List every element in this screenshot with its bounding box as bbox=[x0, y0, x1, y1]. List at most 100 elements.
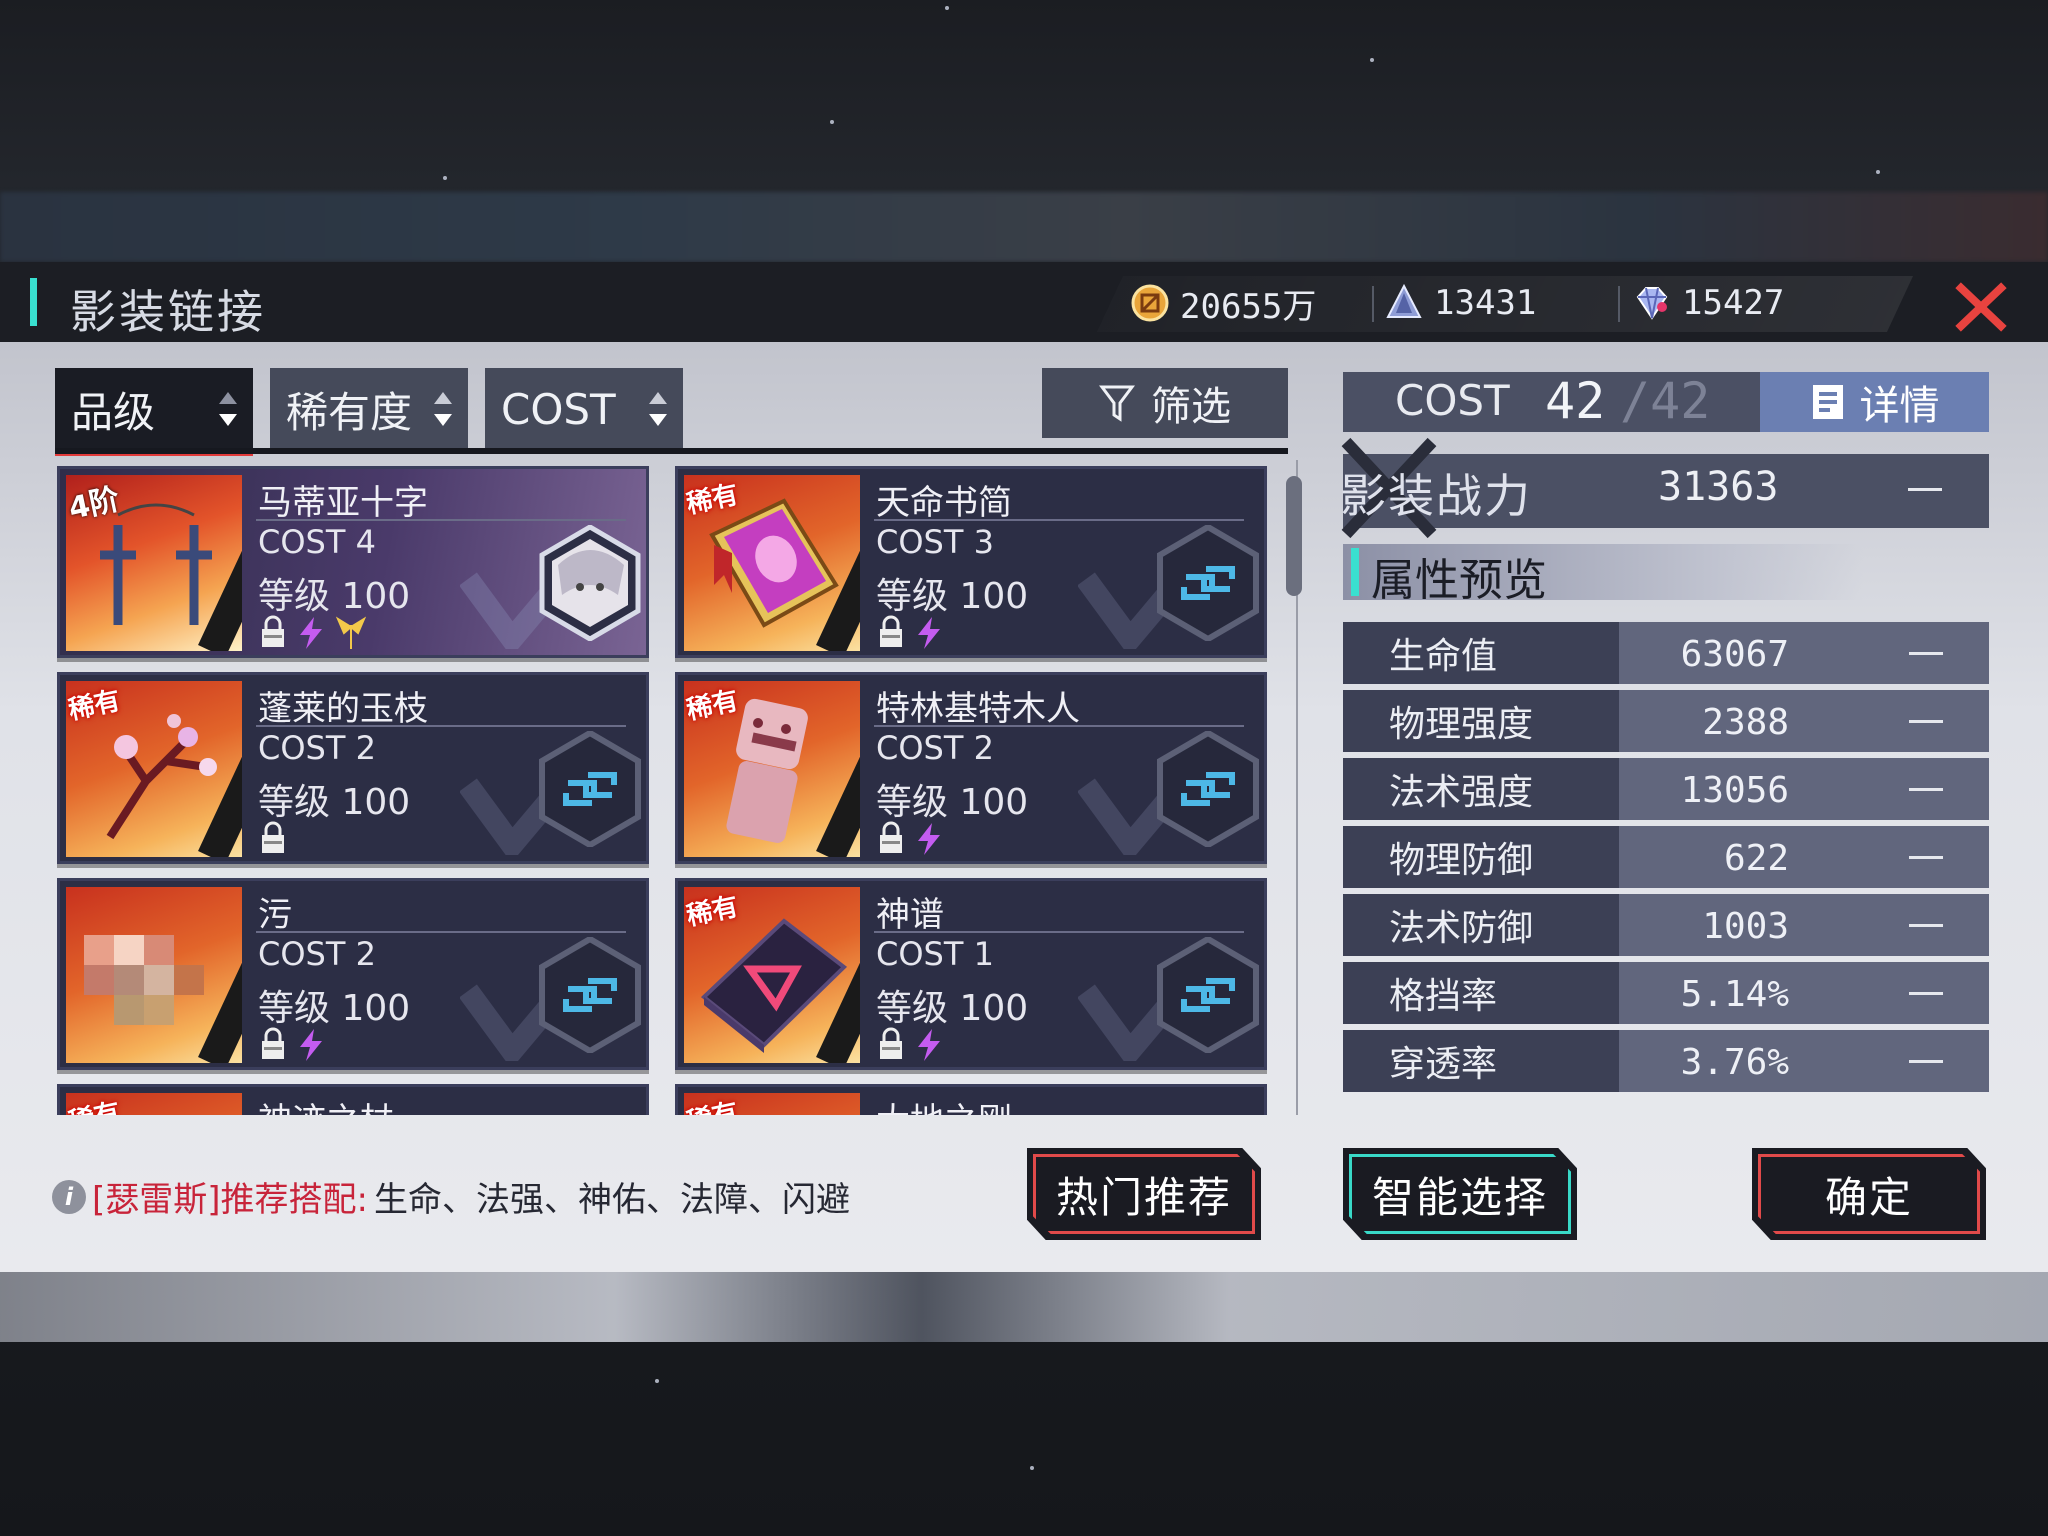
equipped-hero-avatar[interactable] bbox=[538, 524, 642, 642]
gear-cost: COST 4 bbox=[258, 523, 376, 561]
attribute-value: 3.76% bbox=[1680, 1042, 1789, 1083]
attribute-change-dash bbox=[1909, 1060, 1943, 1063]
equip-link-button[interactable] bbox=[538, 935, 642, 1055]
lock-icon bbox=[880, 821, 902, 853]
info-icon[interactable]: i bbox=[52, 1179, 86, 1214]
attribute-value: 63067 bbox=[1680, 634, 1789, 675]
attribute-change-dash bbox=[1909, 992, 1943, 995]
recommend-stats: 生命、法强、神佑、法障、闪避 bbox=[373, 1180, 850, 1220]
currency-crystal: 13431 bbox=[1384, 280, 1536, 326]
shadow-gear-list[interactable]: 4阶 马蒂亚十字 COST 4 等级 100 稀有 天命书简 COST 3 等级… bbox=[55, 460, 1288, 1115]
card-divider bbox=[256, 519, 626, 521]
attribute-name: 穿透率 bbox=[1343, 1030, 1619, 1092]
gear-card[interactable]: 稀有 神迹之杖 bbox=[57, 1084, 649, 1115]
sort-tab-cost[interactable]: COST bbox=[485, 368, 683, 450]
card-divider bbox=[256, 725, 626, 727]
button-border bbox=[1349, 1154, 1571, 1234]
power-value: 31363 bbox=[1658, 464, 1779, 510]
bg-star bbox=[443, 176, 447, 180]
equip-link-button[interactable] bbox=[538, 729, 642, 849]
attribute-row: 法术防御 1003 bbox=[1343, 894, 1989, 956]
gear-card[interactable]: 4阶 马蒂亚十字 COST 4 等级 100 bbox=[57, 466, 649, 658]
lightning-icon bbox=[918, 617, 940, 649]
hot-recommend-button[interactable]: 热门推荐 bbox=[1027, 1148, 1261, 1240]
card-divider bbox=[256, 931, 626, 933]
gear-card[interactable]: 稀有 蓬莱的玉枝 COST 2 等级 100 bbox=[57, 672, 649, 864]
attribute-preview-header: 属性预览 bbox=[1343, 544, 1863, 606]
cost-max: /42 bbox=[1620, 372, 1711, 430]
gear-card[interactable]: 稀有 特林基特木人 COST 2 等级 100 bbox=[675, 672, 1267, 864]
attribute-value: 1003 bbox=[1702, 906, 1789, 947]
gear-level: 等级 100 bbox=[876, 576, 1029, 617]
button-border bbox=[1758, 1154, 1980, 1234]
lock-icon bbox=[262, 615, 284, 647]
gear-name: 大地之刚 bbox=[876, 1093, 1012, 1115]
button-border bbox=[1033, 1154, 1255, 1234]
gear-card[interactable]: 污 COST 2 等级 100 bbox=[57, 878, 649, 1070]
gear-thumbnail: 稀有 bbox=[684, 887, 860, 1063]
blurred-background-bar bbox=[0, 192, 2048, 262]
recommend-hero: [瑟雷斯]推荐搭配: bbox=[92, 1180, 368, 1220]
gear-card[interactable]: 稀有 大地之刚 bbox=[675, 1084, 1267, 1115]
game-screen: 影装链接 20655万 13431 15427 品级 稀有度 COST 筛选 4… bbox=[0, 0, 2048, 1536]
sort-tab-rarity[interactable]: 稀有度 bbox=[270, 368, 468, 450]
link-icon bbox=[1157, 935, 1259, 1055]
gear-level: 等级 100 bbox=[876, 988, 1029, 1029]
attribute-name: 法术强度 bbox=[1343, 758, 1619, 820]
gear-card[interactable]: 稀有 神谱 COST 1 等级 100 bbox=[675, 878, 1267, 1070]
gear-level: 等级 100 bbox=[258, 782, 411, 823]
currency-separator bbox=[1618, 286, 1620, 322]
attribute-change-dash bbox=[1909, 924, 1943, 927]
smart-select-button[interactable]: 智能选择 bbox=[1343, 1148, 1577, 1240]
attribute-name: 物理强度 bbox=[1343, 690, 1619, 752]
equip-link-button[interactable] bbox=[1156, 935, 1260, 1055]
bg-star bbox=[1876, 170, 1880, 174]
sort-tab-label: 品级 bbox=[71, 387, 156, 437]
link-icon bbox=[1157, 523, 1259, 643]
lightning-icon bbox=[918, 1029, 940, 1061]
diamond-icon bbox=[1632, 283, 1672, 323]
recommendation-line: i [瑟雷斯]推荐搭配: 生命、法强、神佑、法障、闪避 bbox=[52, 1172, 850, 1221]
lock-icon bbox=[262, 1027, 284, 1059]
attribute-row: 穿透率 3.76% bbox=[1343, 1030, 1989, 1092]
attribute-row: 物理强度 2388 bbox=[1343, 690, 1989, 752]
gear-name: 天命书简 bbox=[876, 483, 1012, 523]
attribute-preview-title: 属性预览 bbox=[1371, 555, 1547, 606]
list-top-divider bbox=[55, 448, 1288, 454]
close-button[interactable] bbox=[1955, 282, 2007, 332]
link-icon bbox=[539, 935, 641, 1055]
gear-card[interactable]: 稀有 天命书简 COST 3 等级 100 bbox=[675, 466, 1267, 658]
filter-label: 筛选 bbox=[1151, 384, 1231, 430]
detail-button[interactable]: 详情 bbox=[1760, 372, 1989, 432]
filter-button[interactable]: 筛选 bbox=[1042, 368, 1288, 438]
gear-level: 等级 100 bbox=[258, 576, 411, 617]
currency-diamond: 15427 bbox=[1632, 280, 1784, 326]
list-scrollbar[interactable] bbox=[1286, 476, 1302, 596]
attribute-accent bbox=[1351, 548, 1359, 596]
currency-gold: 20655万 bbox=[1130, 280, 1316, 327]
equip-link-button[interactable] bbox=[1156, 729, 1260, 849]
diamond-amount: 15427 bbox=[1682, 283, 1785, 323]
sort-arrows-icon bbox=[649, 392, 667, 426]
sort-tab-grade[interactable]: 品级 bbox=[55, 368, 253, 456]
attribute-change-dash bbox=[1909, 652, 1943, 655]
wings-icon bbox=[335, 616, 367, 649]
bg-star bbox=[655, 1379, 659, 1383]
bg-star bbox=[1370, 58, 1374, 62]
gear-name: 蓬莱的玉枝 bbox=[258, 689, 428, 729]
gear-cost: COST 2 bbox=[258, 935, 376, 973]
bg-star bbox=[945, 6, 949, 10]
sort-arrows-icon bbox=[434, 392, 452, 426]
filter-icon bbox=[1099, 385, 1135, 422]
attribute-name: 法术防御 bbox=[1343, 894, 1619, 956]
confirm-button[interactable]: 确定 bbox=[1752, 1148, 1986, 1240]
cost-current: 42 bbox=[1545, 372, 1606, 430]
status-icons bbox=[258, 615, 368, 651]
equip-link-button[interactable] bbox=[1156, 523, 1260, 643]
gear-thumbnail: 稀有 bbox=[684, 475, 860, 651]
attribute-value: 5.14% bbox=[1680, 974, 1789, 1015]
gear-cost: COST 1 bbox=[876, 935, 994, 973]
attribute-row: 法术强度 13056 bbox=[1343, 758, 1989, 820]
attribute-change-dash bbox=[1909, 788, 1943, 791]
power-change-dash bbox=[1908, 488, 1942, 491]
